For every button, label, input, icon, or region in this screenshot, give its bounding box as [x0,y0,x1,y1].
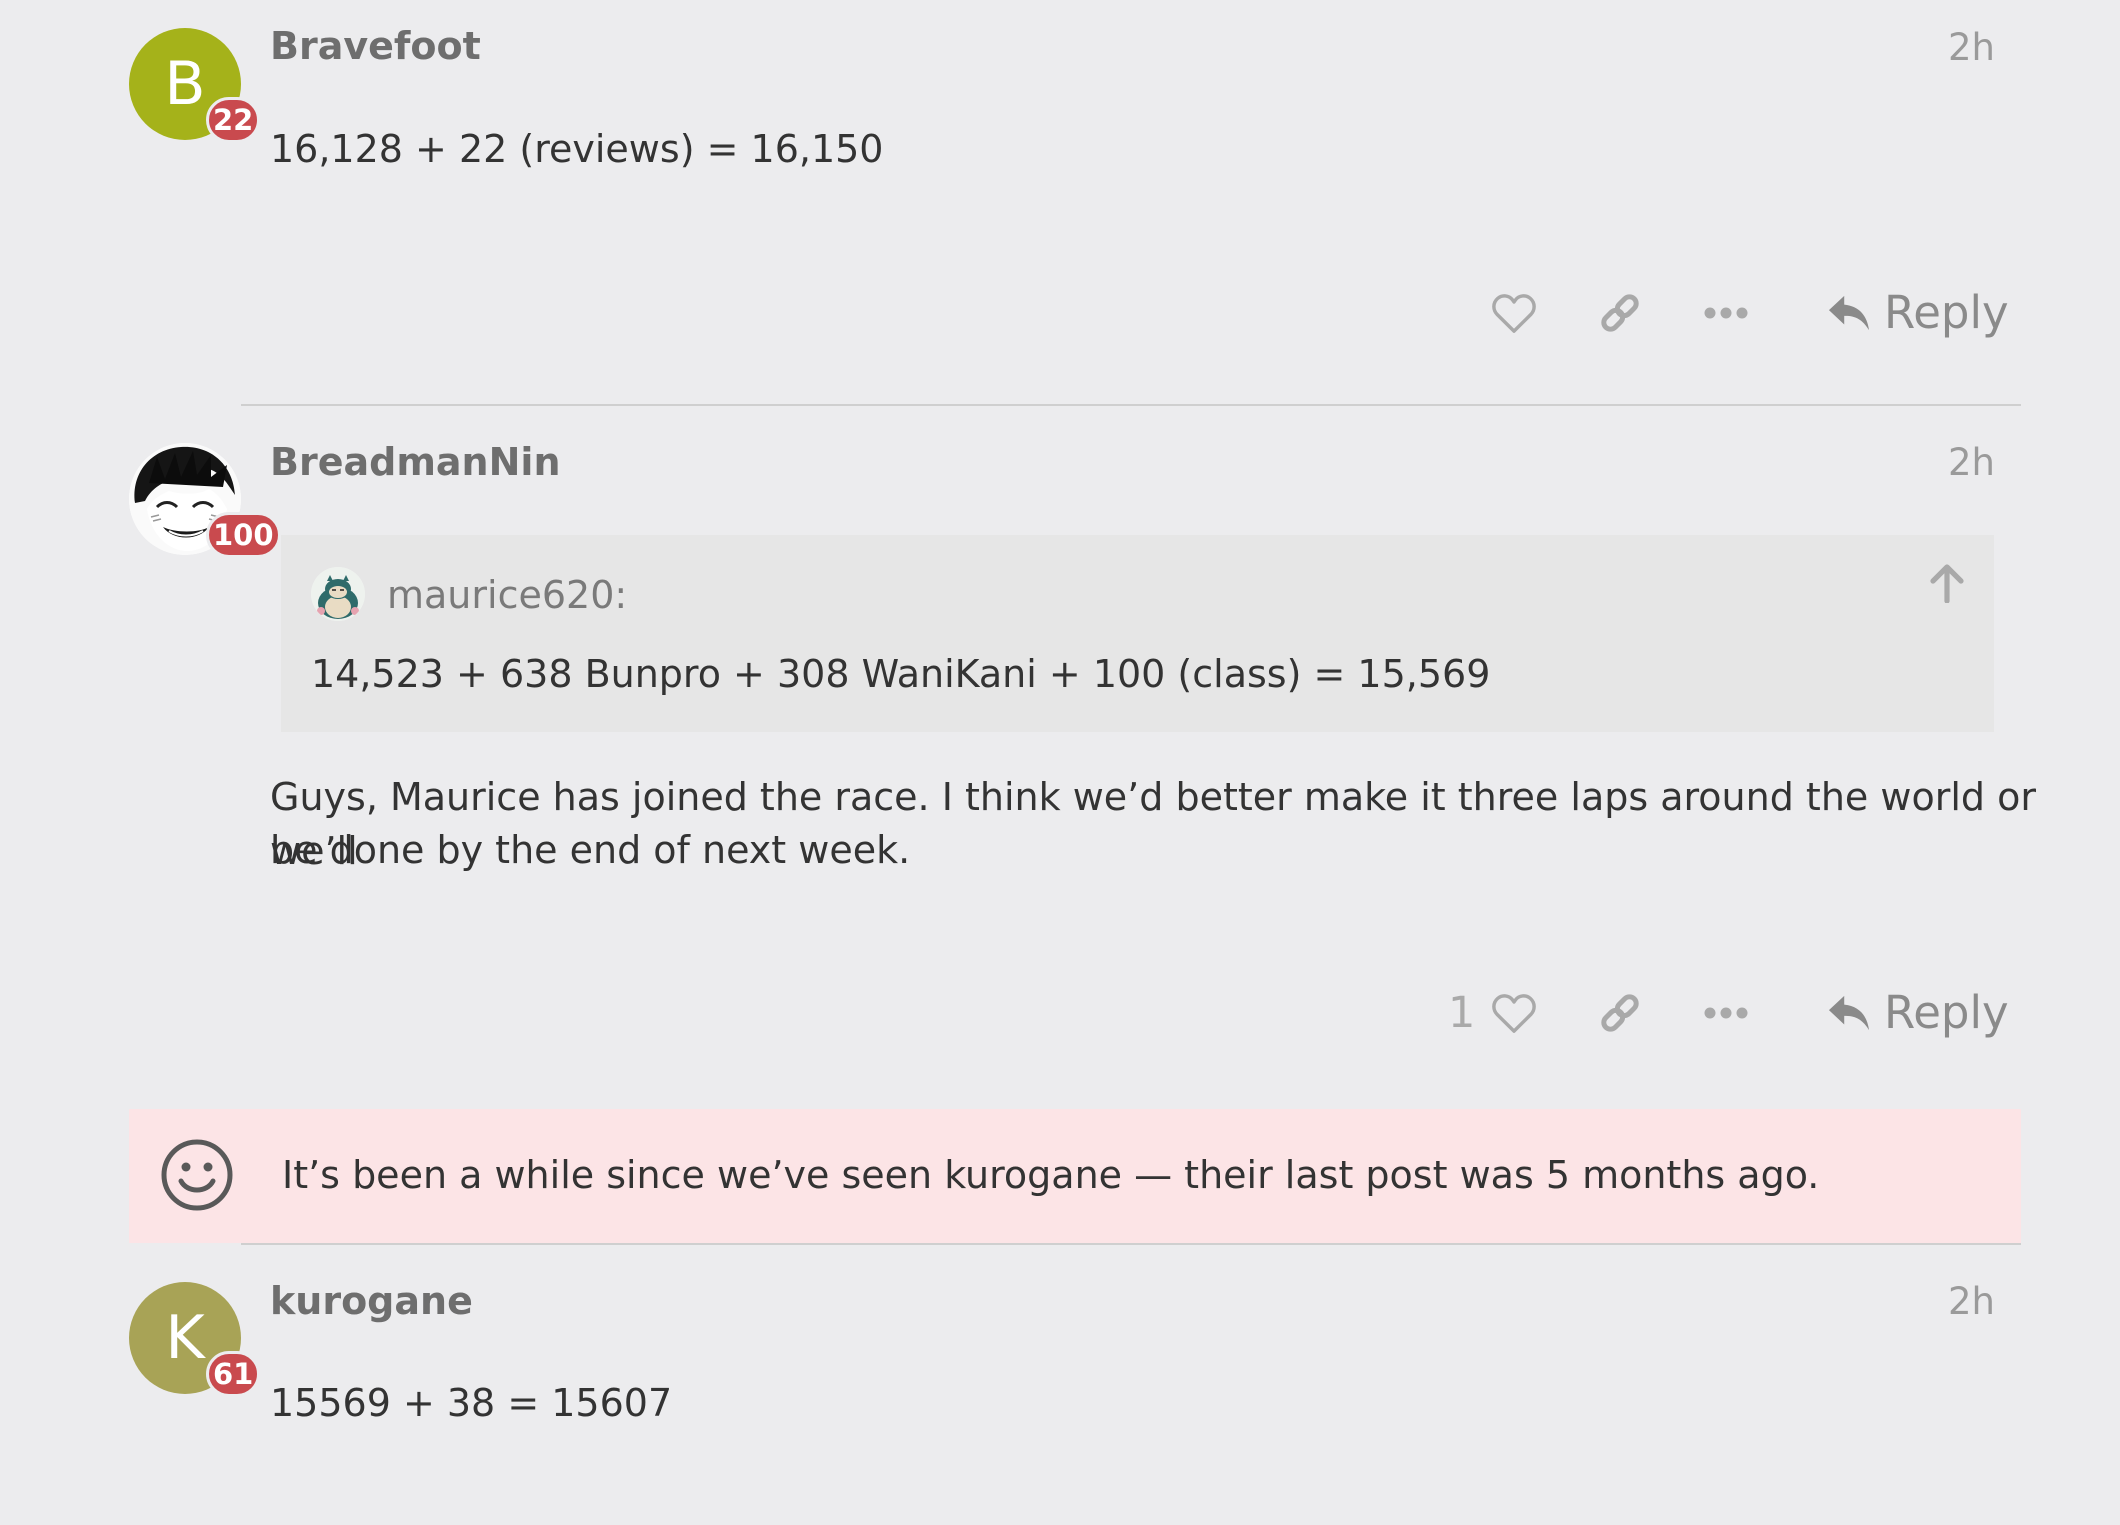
heart-icon [1492,994,1536,1033]
post-body-line-2: be done by the end of next week. [270,828,911,872]
like-count[interactable]: 1 [1448,988,1475,1038]
post-username[interactable]: kurogane [270,1279,473,1323]
post-date[interactable]: 2h [1948,1280,1995,1323]
link-icon [1601,994,1639,1032]
post-body: 15569 + 38 = 15607 [270,1381,673,1425]
reply-arrow-icon [1828,995,1870,1030]
post-username[interactable]: Bravefoot [270,24,481,68]
post-body: 16,128 + 22 (reviews) = 16,150 [270,127,884,171]
ellipsis-icon [1704,307,1748,319]
reply-label: Reply [1884,286,2009,339]
quote-author[interactable]: maurice620: [387,573,627,617]
post-date[interactable]: 2h [1948,441,1995,484]
reply-button[interactable]: Reply [1826,286,2009,339]
smile-icon [159,1137,235,1213]
link-icon [1601,294,1639,332]
like-button[interactable] [1488,288,1540,338]
post-divider [241,1243,2021,1245]
reply-arrow-icon [1828,295,1870,330]
quote-collapse-button[interactable] [1929,563,1969,611]
heart-icon [1492,294,1536,333]
arrow-up-icon [1930,564,1964,604]
reply-button[interactable]: Reply [1826,986,2009,1039]
post-username[interactable]: BreadmanNin [270,440,561,484]
inactive-user-notice: It’s been a while since we’ve seen kurog… [129,1109,2021,1243]
trust-level-badge: 100 [206,512,281,558]
quote-text: 14,523 + 638 Bunpro + 308 WaniKani + 100… [311,652,1491,696]
reply-label: Reply [1884,986,2009,1039]
trust-level-badge: 61 [206,1351,261,1397]
ellipsis-icon [1704,1007,1748,1019]
like-button[interactable] [1488,988,1540,1038]
copy-link-button[interactable] [1594,288,1646,338]
copy-link-button[interactable] [1594,988,1646,1038]
quote-block: maurice620: 14,523 + 638 Bunpro + 308 Wa… [281,535,1994,732]
more-actions-button[interactable] [1700,988,1752,1038]
quote-author-avatar[interactable] [311,567,365,621]
post-divider [241,404,2021,406]
notice-text: It’s been a while since we’ve seen kurog… [282,1153,1820,1197]
post-date[interactable]: 2h [1948,26,1995,69]
snorlax-avatar-image [311,567,365,621]
more-actions-button[interactable] [1700,288,1752,338]
trust-level-badge: 22 [206,97,261,143]
